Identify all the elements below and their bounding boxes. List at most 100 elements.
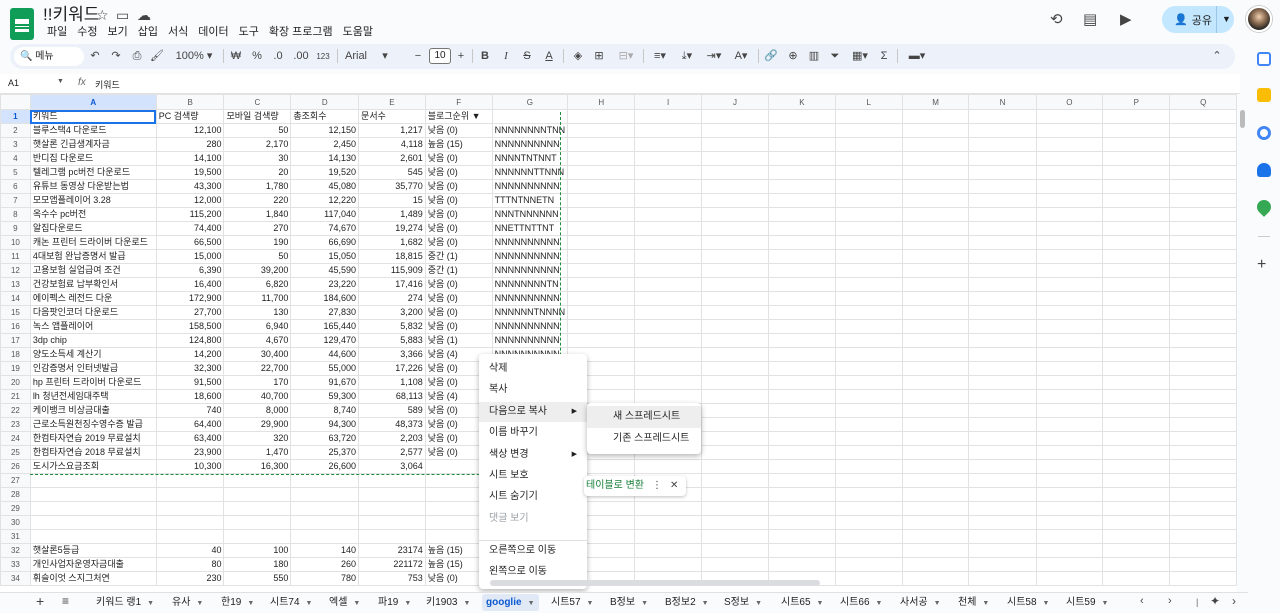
row-header[interactable]: 26 (0, 459, 31, 474)
cell-empty[interactable] (968, 179, 1037, 194)
cell-d[interactable]: 8,740 (290, 403, 360, 418)
share-dropdown-icon[interactable]: ▼ (1216, 6, 1236, 33)
chevron-down-icon[interactable]: ▼ (57, 78, 64, 85)
row-header[interactable]: 21 (0, 389, 31, 404)
cell-empty[interactable] (1169, 571, 1237, 586)
cell-empty[interactable] (1102, 571, 1171, 586)
cell-empty[interactable] (834, 151, 903, 166)
cell-empty[interactable] (901, 347, 970, 362)
cell-empty[interactable] (968, 319, 1037, 334)
cell-empty[interactable] (768, 305, 836, 320)
row-header[interactable]: 12 (0, 263, 31, 278)
sheets-logo[interactable] (10, 8, 34, 40)
cell-d[interactable]: 12,220 (290, 193, 360, 208)
cell-empty[interactable] (901, 151, 970, 166)
cell-keyword[interactable]: 양도소득세 계산기 (29, 347, 157, 362)
cell-empty[interactable] (1035, 235, 1104, 250)
cell-c[interactable]: 4,670 (223, 333, 292, 348)
cell-empty[interactable] (768, 417, 836, 432)
cell-keyword[interactable]: 다음팟인코더 다운로드 (29, 305, 157, 320)
cell-c[interactable]: 40,700 (223, 389, 292, 404)
close-icon[interactable]: ✕ (670, 480, 678, 491)
chevron-down-icon[interactable]: ▼ (755, 600, 762, 607)
cell-blog-rank[interactable]: 중간 (1) (424, 263, 493, 278)
cell-empty[interactable] (834, 445, 903, 460)
cell-empty[interactable] (567, 193, 636, 208)
cell-empty[interactable] (634, 277, 702, 292)
cell-empty[interactable] (968, 263, 1037, 278)
cell-blog-rank[interactable]: 낮음 (0) (424, 207, 493, 222)
cell-b[interactable] (155, 473, 225, 488)
cell-empty[interactable] (768, 557, 836, 572)
cell-empty[interactable] (834, 361, 903, 376)
cell-e[interactable]: 5,883 (358, 333, 426, 348)
cell-empty[interactable] (901, 221, 970, 236)
cell-blog-rank[interactable]: 낮음 (1) (424, 333, 493, 348)
cell-empty[interactable] (901, 473, 970, 488)
cell-empty[interactable] (968, 459, 1037, 474)
font-select[interactable]: Arial ▾ (345, 47, 401, 66)
cell-c[interactable]: 29,900 (223, 417, 292, 432)
cell-d[interactable]: 165,440 (290, 319, 360, 334)
cell-empty[interactable] (1102, 333, 1171, 348)
cell-empty[interactable] (1102, 347, 1171, 362)
cell-empty[interactable] (567, 165, 636, 180)
cell-blog-rank[interactable]: 낮음 (0) (424, 235, 493, 250)
cell-empty[interactable] (700, 263, 770, 278)
add-addon-icon[interactable]: + (1257, 256, 1266, 274)
cell-e[interactable]: 2,601 (358, 151, 426, 166)
cell-keyword[interactable]: 햇살론 긴급생계자금 (29, 137, 157, 152)
cell-c[interactable]: 270 (223, 221, 292, 236)
cell-empty[interactable] (901, 571, 970, 586)
cell-d[interactable]: 12,150 (290, 123, 360, 138)
chevron-down-icon[interactable]: ▼ (702, 600, 709, 607)
cell-empty[interactable] (1169, 417, 1237, 432)
cell-empty[interactable] (700, 249, 770, 264)
row-header[interactable]: 4 (0, 151, 31, 166)
row-header[interactable]: 20 (0, 375, 31, 390)
chevron-down-icon[interactable]: ▼ (404, 600, 411, 607)
print-icon[interactable]: ⎙ (130, 47, 144, 66)
cell-c[interactable] (223, 501, 292, 516)
cell-e[interactable] (358, 501, 426, 516)
sheet-tab[interactable]: 키워드 랭1 ▼ (96, 594, 154, 611)
cell-blog-rank[interactable]: 중간 (1) (424, 249, 493, 264)
cell-empty[interactable] (1035, 305, 1104, 320)
chevron-down-icon[interactable]: ▼ (641, 600, 648, 607)
cell-empty[interactable] (1169, 361, 1237, 376)
cell-c[interactable]: 6,940 (223, 319, 292, 334)
row-header[interactable]: 15 (0, 305, 31, 320)
cell-empty[interactable] (968, 123, 1037, 138)
spreadsheet-grid[interactable]: A B C D E F G H I J K L M N O P Q 1 키워드 PC 검색량 모바일 검색량 총조회수 문서… (0, 94, 1237, 592)
sheet-tab[interactable]: 시트74 ▼ (270, 594, 312, 611)
cell-empty[interactable] (1169, 375, 1237, 390)
cell-b[interactable]: 74,400 (155, 221, 225, 236)
cell-c[interactable]: 170 (223, 375, 292, 390)
cell-empty[interactable] (768, 193, 836, 208)
cell-c[interactable]: 2,170 (223, 137, 292, 152)
paint-format-icon[interactable]: 🖌 (150, 47, 164, 66)
number-format-button[interactable]: 123 (314, 47, 332, 66)
cell-empty[interactable] (968, 137, 1037, 152)
row-header[interactable]: 7 (0, 193, 31, 208)
avatar[interactable] (1246, 6, 1272, 32)
cell-empty[interactable] (1035, 151, 1104, 166)
row-header[interactable]: 6 (0, 179, 31, 194)
cell-d[interactable]: 94,300 (290, 417, 360, 432)
cell-empty[interactable] (901, 333, 970, 348)
sheet-tab[interactable]: 시트66 ▼ (840, 594, 882, 611)
cell-empty[interactable] (768, 165, 836, 180)
chevron-down-icon[interactable]: ▼ (147, 600, 154, 607)
comment-icon[interactable]: ⊕ (786, 47, 800, 66)
cell-d[interactable]: 184,600 (290, 291, 360, 306)
row-header[interactable]: 28 (0, 487, 31, 502)
row-header[interactable]: 3 (0, 137, 31, 152)
side-panel-toggle-icon[interactable]: › (1232, 594, 1236, 608)
cell-empty[interactable] (834, 193, 903, 208)
cell-empty[interactable] (567, 333, 636, 348)
cell-e[interactable]: 17,416 (358, 277, 426, 292)
cell-empty[interactable] (1035, 543, 1104, 558)
cell-keyword[interactable]: 3dp chip (29, 333, 157, 348)
cell-blog-rank[interactable]: 낮음 (0) (424, 165, 493, 180)
menu-change-color[interactable]: 색상 변경 ▶ (479, 445, 587, 465)
